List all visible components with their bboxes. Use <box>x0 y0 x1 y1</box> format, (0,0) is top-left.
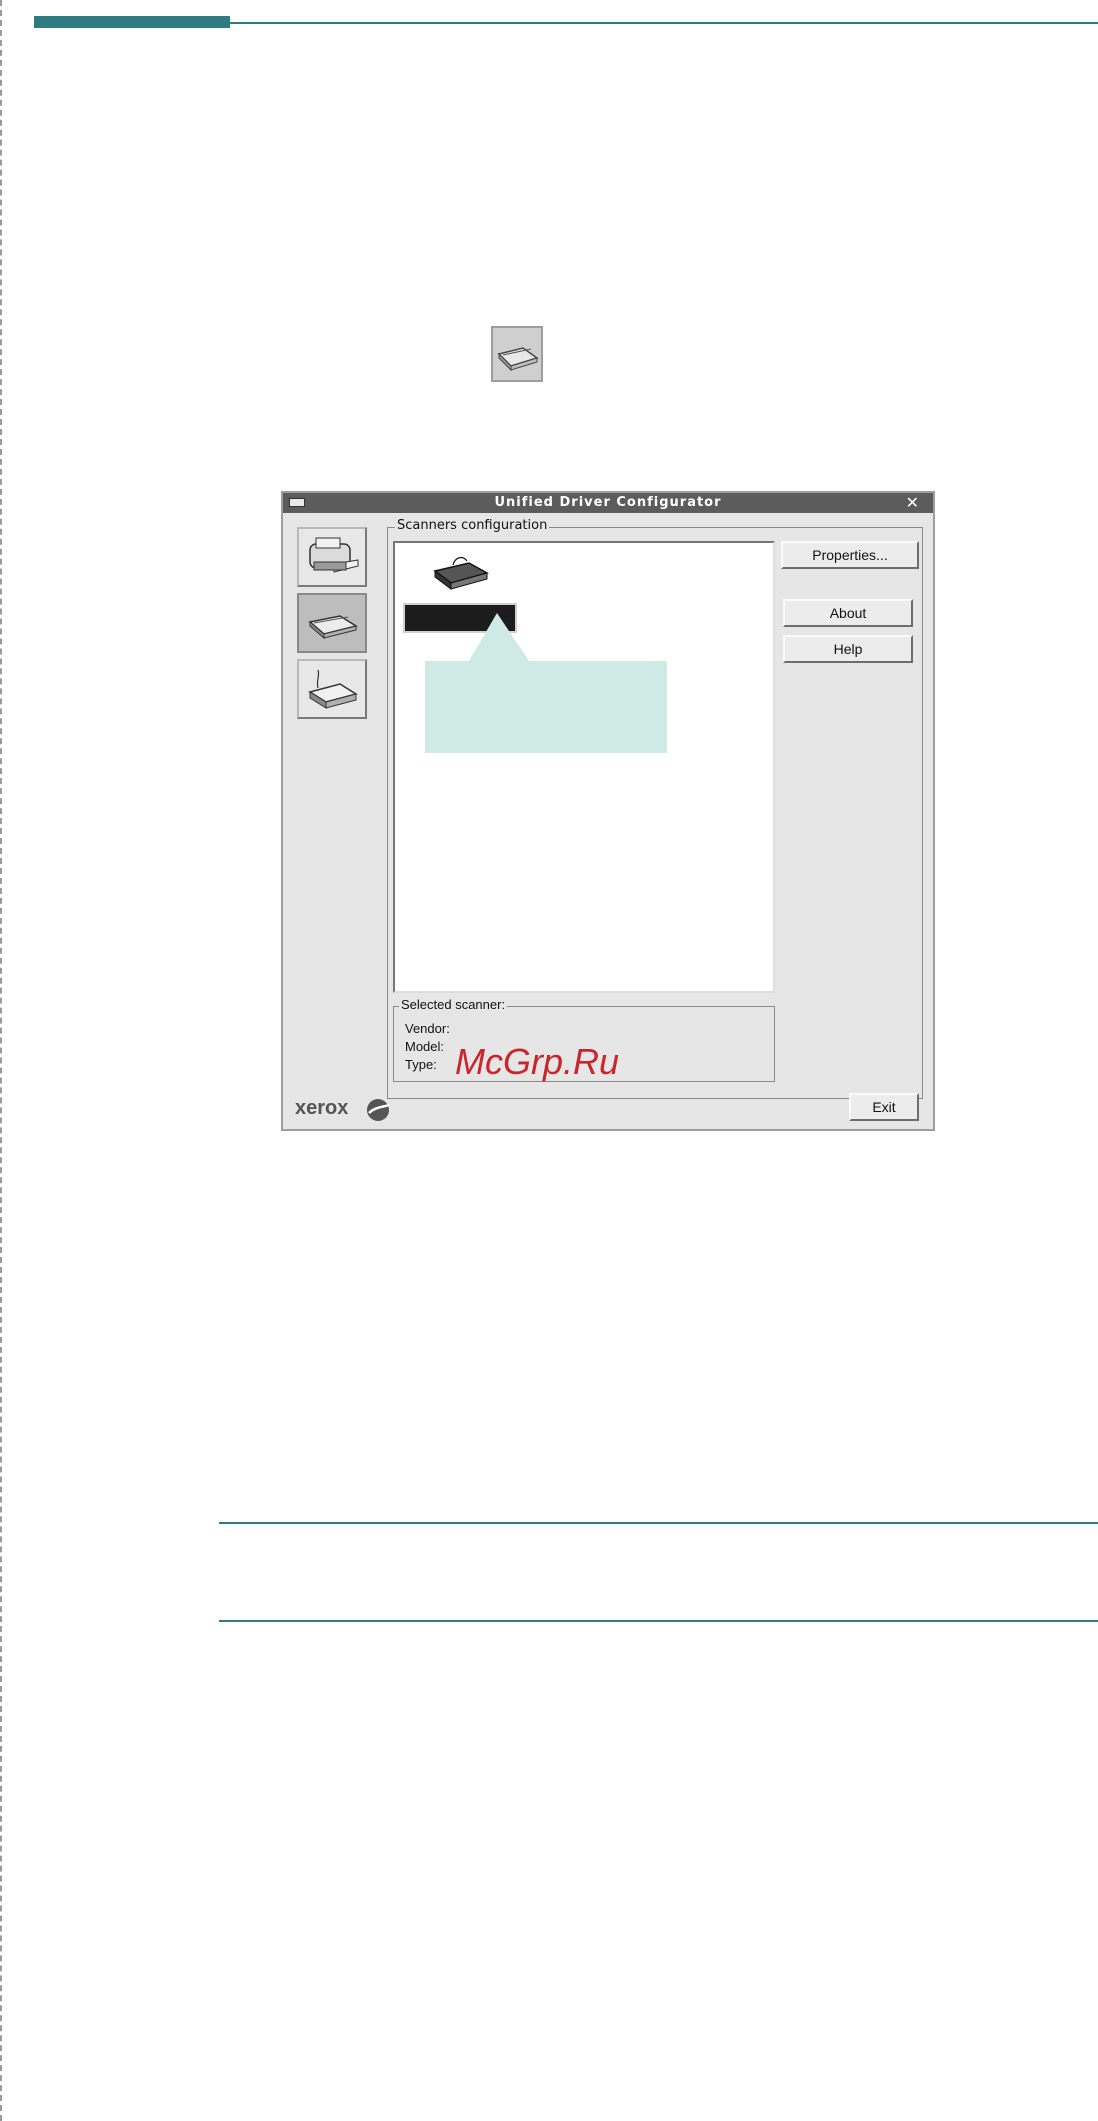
xerox-logo-icon <box>367 1099 390 1121</box>
xerox-logo: xerox <box>295 1097 349 1119</box>
window-title: Unified Driver Configurator <box>494 495 722 510</box>
model-label: Model: <box>405 1039 445 1054</box>
window-titlebar: Unified Driver Configurator ✕ <box>283 493 933 513</box>
close-icon[interactable]: ✕ <box>906 493 919 512</box>
selected-scanner-legend: Selected scanner: <box>399 997 508 1012</box>
watermark: McGrp.Ru <box>455 1041 620 1082</box>
sidebar-printers-button[interactable] <box>297 527 367 587</box>
vendor-label: Vendor: <box>405 1021 450 1036</box>
configurator-window: Unified Driver Configurator ✕ Scanners c… <box>281 491 935 1131</box>
section-rule-top <box>219 1522 1098 1524</box>
port-icon <box>308 669 358 709</box>
page-edge <box>0 0 2 2121</box>
header-rule <box>230 22 1098 24</box>
help-button[interactable]: Help <box>783 635 913 663</box>
header-accent-bar <box>34 16 230 28</box>
type-label: Type: <box>405 1057 437 1072</box>
sidebar-scanners-button[interactable] <box>297 593 367 653</box>
sidebar-ports-button[interactable] <box>297 659 367 719</box>
scanner-icon <box>491 326 543 382</box>
printer-icon <box>309 537 359 573</box>
exit-button[interactable]: Exit <box>849 1093 919 1121</box>
properties-button[interactable]: Properties... <box>781 541 919 569</box>
section-rule-bottom <box>219 1620 1098 1622</box>
callout-pointer <box>469 613 529 661</box>
callout-box <box>425 661 667 753</box>
about-button[interactable]: About <box>783 599 913 627</box>
scanner-icon <box>433 556 489 590</box>
scanner-icon <box>308 615 358 640</box>
group-label: Scanners configuration <box>395 518 550 533</box>
scanner-list[interactable] <box>393 541 775 993</box>
